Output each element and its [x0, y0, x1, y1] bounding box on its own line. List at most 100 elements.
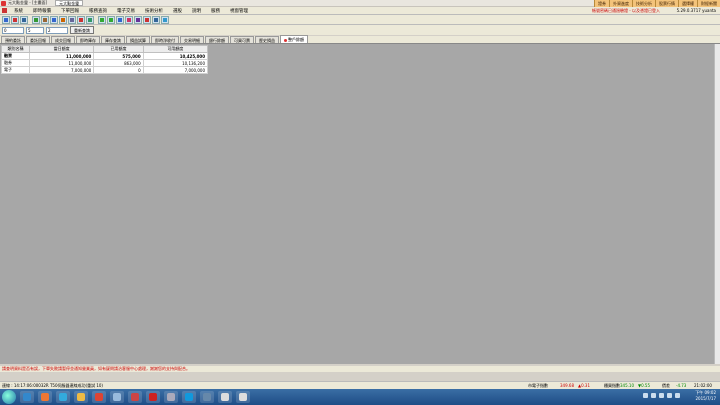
tab-net-settlement[interactable]: 即時淨收付 [151, 36, 179, 43]
taskbar-tool-icon[interactable] [128, 391, 142, 403]
function-tabs: 預約委託 委託回報 成交回報 即時庫存 庫存查詢 損益試算 即時淨收付 交易明細… [0, 35, 720, 44]
grid-header-used[interactable]: 已用額度 [93, 45, 144, 53]
taskbar-c-app-icon[interactable] [92, 391, 106, 403]
menu-technical[interactable]: 技術分析 [140, 8, 168, 14]
balance-grid: 類別名稱 當日額度 已用額度 可用額度 融資 11,000,000 575,00… [1, 45, 209, 74]
toolbar-report-icon[interactable] [41, 15, 49, 24]
menu-service[interactable]: 服務 [206, 8, 225, 14]
title-bar: 元大點金靈 - [主畫面] 元大點金靈 證券 外資進度 技術分析 股票行情 選擇… [0, 0, 720, 7]
grid-header-available[interactable]: 可用額度 [142, 45, 209, 53]
toolbar-alert-icon[interactable] [125, 15, 133, 24]
app-menu-icon[interactable] [2, 8, 7, 13]
tab-order-report[interactable]: 委託回報 [26, 36, 50, 43]
table-row[interactable]: 融券 11,000,000 863,000 10,136,200 [1, 59, 209, 67]
row-daily-limit: 11,000,000 [28, 59, 95, 67]
start-button-icon[interactable] [2, 390, 16, 404]
menu-help[interactable]: 說明 [187, 8, 206, 14]
toolbar-help-icon[interactable] [161, 15, 169, 24]
taskbar-trading-app-icon[interactable] [218, 391, 232, 403]
market-select[interactable]: 5 [26, 26, 44, 34]
toolbar-options-icon[interactable] [116, 15, 124, 24]
table-row[interactable]: 電子 7,000,000 0 7,000,000 [1, 66, 209, 74]
table-row[interactable]: 融資 11,000,000 575,000 10,425,000 [1, 52, 209, 60]
tray-language-icon[interactable] [643, 393, 648, 398]
taskbar-trading-app2-icon[interactable] [236, 391, 250, 403]
row-used: 863,000 [93, 59, 144, 67]
quick-button-1[interactable]: 外資進度 [609, 0, 632, 7]
row-daily-limit: 7,000,000 [28, 66, 95, 74]
taskbar-cloud-icon[interactable] [110, 391, 124, 403]
taskbar-settings-icon[interactable] [164, 391, 178, 403]
tab-transaction-detail[interactable]: 交易明細 [180, 36, 204, 43]
toolbar-grid-icon[interactable] [86, 15, 94, 24]
toolbar [0, 15, 720, 25]
row-used: 575,000 [93, 52, 144, 60]
menu-etrade[interactable]: 電子交易 [112, 8, 140, 14]
taskbar-pdf-icon[interactable] [146, 391, 160, 403]
tray-volume-icon[interactable] [659, 393, 664, 398]
menu-screener[interactable]: 選股 [168, 8, 187, 14]
toolbar-stock-icon[interactable] [98, 15, 106, 24]
tab-fill-report[interactable]: 成交回報 [51, 36, 75, 43]
clock-date: 2015/7/17 [695, 396, 716, 401]
toolbar-futures-icon[interactable] [107, 15, 115, 24]
taskbar-media-icon[interactable] [200, 391, 214, 403]
row-daily-limit: 11,000,000 [28, 52, 95, 60]
quick-button-3[interactable]: 股票行情 [655, 0, 678, 7]
tab-buy-sell-limit[interactable]: 可買可賣 [230, 36, 254, 43]
row-available: 7,000,000 [142, 66, 209, 74]
menu-window[interactable]: 視窗管理 [225, 8, 253, 14]
taskbar-clock[interactable]: 下午 09:02 2015/7/17 [695, 390, 716, 402]
tray-flag-icon[interactable] [667, 393, 672, 398]
taskbar-firefox-icon[interactable] [38, 391, 52, 403]
status-bar: 連線 : 14:17:06:00032R T50伺服器連線成功(重試 10) 市… [0, 381, 720, 389]
quick-button-4[interactable]: 選擇權 [678, 0, 697, 7]
row-available: 10,425,000 [142, 52, 209, 60]
toolbar-window-icon[interactable] [152, 15, 160, 24]
toolbar-quote-icon[interactable] [2, 15, 10, 24]
window-tab[interactable]: 元大點金靈 [55, 0, 84, 6]
tray-network-icon[interactable] [651, 393, 656, 398]
grid-header-category[interactable]: 類別名稱 [1, 45, 30, 53]
menu-quotes[interactable]: 即時報價 [28, 8, 56, 14]
tab-inventory-query[interactable]: 庫存查詢 [101, 36, 125, 43]
account-select[interactable]: 0 [2, 26, 24, 34]
menu-system[interactable]: 系統 [9, 8, 28, 14]
toolbar-watch-icon[interactable] [134, 15, 142, 24]
taskbar-folder-icon[interactable] [74, 391, 88, 403]
tray-power-icon[interactable] [675, 393, 680, 398]
quick-button-5[interactable]: 財經新聞 [697, 0, 720, 7]
query-bar: 0 5 2 重新查詢 [0, 25, 720, 35]
tab-account-balance-label: 整戶餘額 [288, 37, 304, 42]
login-status: 帳號密碼已通過驗證 - 以及憑證已登入 [592, 8, 660, 13]
taskbar-ie-icon[interactable] [20, 391, 34, 403]
version-label: 5.29.0.3717 yuanta [676, 8, 716, 13]
tab-account-balance[interactable]: 整戶餘額 [280, 35, 308, 43]
grid-header-daily-limit[interactable]: 當日額度 [28, 45, 95, 53]
tab-history-pnl[interactable]: 歷史損益 [255, 36, 279, 43]
quick-button-0[interactable]: 證券 [594, 0, 609, 7]
tab-realtime-inventory[interactable]: 即時庫存 [76, 36, 100, 43]
toolbar-calc-icon[interactable] [77, 15, 85, 24]
tab-scheduled-order[interactable]: 預約委託 [1, 36, 25, 43]
taskbar: 下午 09:02 2015/7/17 [0, 389, 720, 405]
system-tray [640, 393, 680, 398]
toolbar-news-icon[interactable] [59, 15, 67, 24]
tab-bank-balance[interactable]: 銀行餘額 [205, 36, 229, 43]
menu-orders[interactable]: 下單回報 [56, 8, 84, 14]
type-select[interactable]: 2 [46, 26, 68, 34]
toolbar-chart-icon[interactable] [11, 15, 19, 24]
quick-button-2[interactable]: 技術分析 [632, 0, 655, 7]
vertical-scrollbar[interactable] [714, 44, 720, 364]
taskbar-edge-icon[interactable] [56, 391, 70, 403]
toolbar-table-icon[interactable] [68, 15, 76, 24]
menu-accounts[interactable]: 帳務查詢 [84, 8, 112, 14]
taskbar-skype-icon[interactable] [182, 391, 196, 403]
requery-button[interactable]: 重新查詢 [70, 26, 94, 34]
tab-pnl-calc[interactable]: 損益試算 [126, 36, 150, 43]
toolbar-list-icon[interactable] [20, 15, 28, 24]
toolbar-account-icon[interactable] [50, 15, 58, 24]
connection-status: 連線 : 14:17:06:00032R T50伺服器連線成功(重試 10) [2, 383, 103, 388]
toolbar-settings-icon[interactable] [143, 15, 151, 24]
toolbar-order-icon[interactable] [32, 15, 40, 24]
